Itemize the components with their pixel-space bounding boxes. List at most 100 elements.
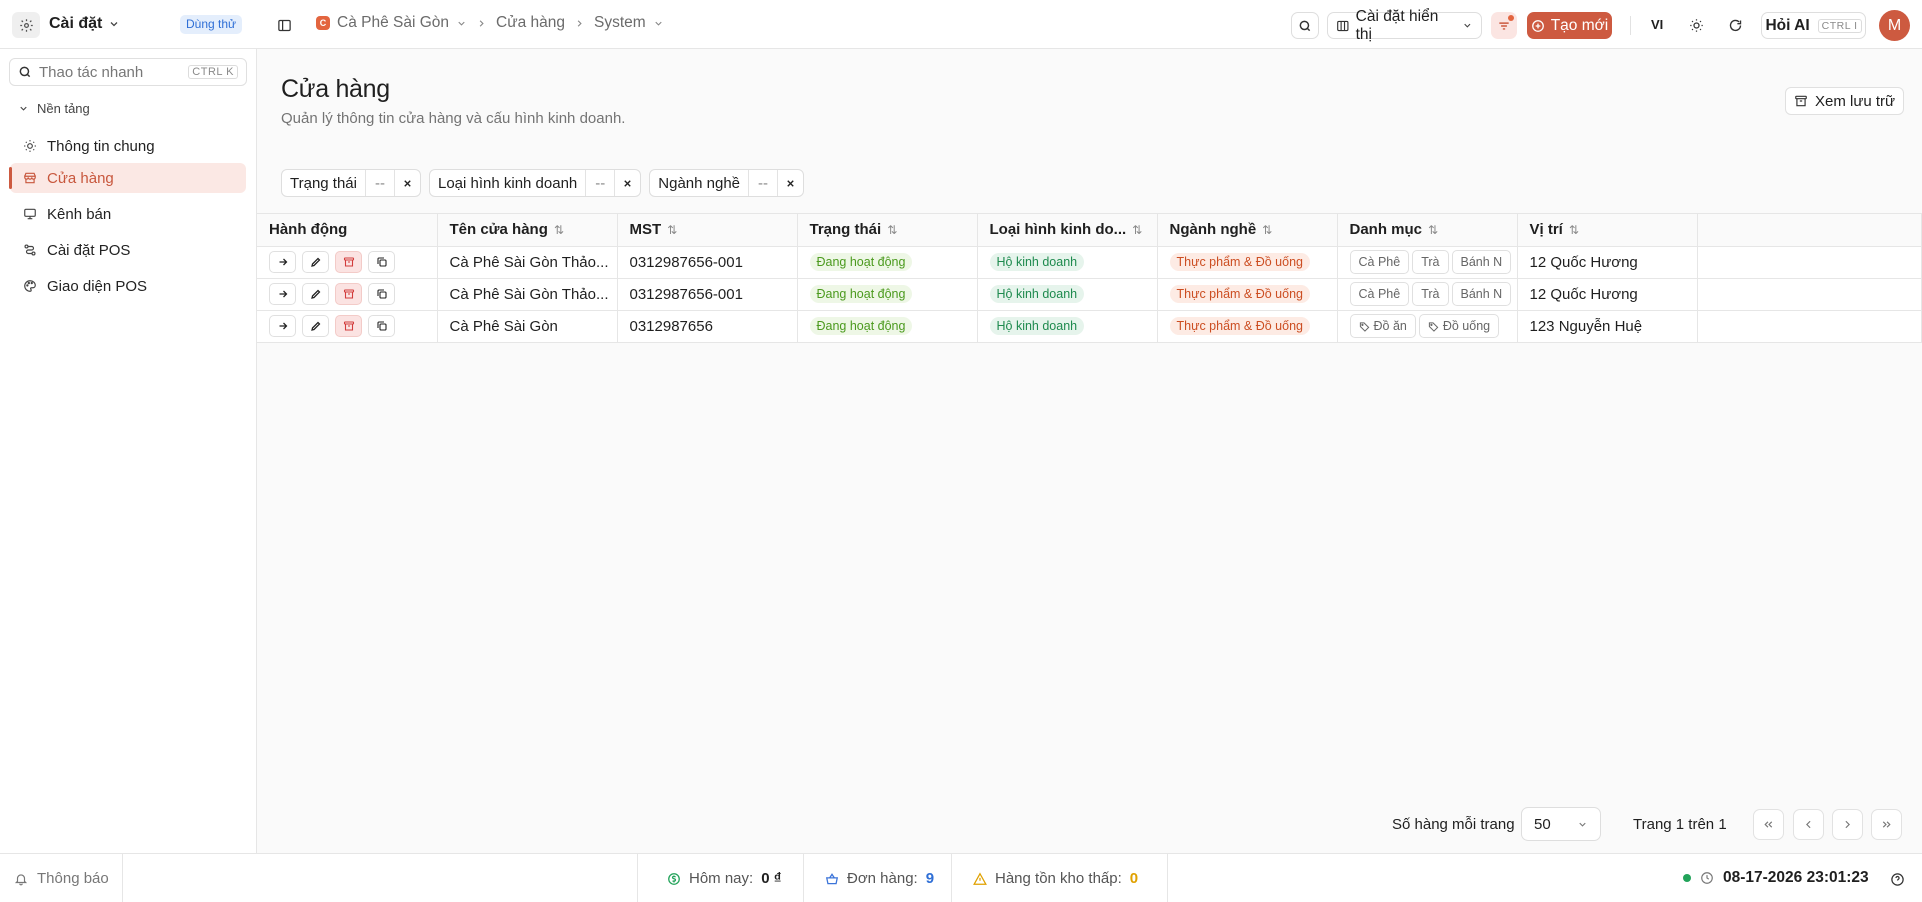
close-icon[interactable] <box>393 170 420 196</box>
cell-categories: Cà Phê Trà Bánh N <box>1337 246 1518 279</box>
filter-industry[interactable]: Ngành nghề -- <box>649 169 805 197</box>
language-switch[interactable]: VI <box>1651 17 1663 32</box>
sort-icon: ⇅ <box>1568 223 1579 238</box>
filter-label: Ngành nghề <box>658 174 741 192</box>
column-header-industry[interactable]: Ngành nghề ⇅ <box>1157 214 1338 247</box>
close-icon[interactable] <box>777 170 803 196</box>
filter-business-type[interactable]: Loại hình kinh doanh -- <box>428 169 642 197</box>
today-label: Hôm nay: <box>689 870 754 887</box>
sidebar-item-label: Cửa hàng <box>47 169 114 187</box>
archive-icon[interactable] <box>335 251 362 273</box>
sidebar-item-general-info[interactable]: Thông tin chung <box>10 131 246 161</box>
search-button[interactable] <box>1291 12 1319 39</box>
open-arrow-icon[interactable] <box>269 251 296 273</box>
status-badge: Đang hoạt động <box>809 317 913 335</box>
edit-pencil-icon[interactable] <box>302 251 329 273</box>
page-title: Cửa hàng <box>281 75 390 103</box>
archive-icon[interactable] <box>335 283 362 305</box>
display-settings-button[interactable]: Cài đặt hiển thị <box>1327 8 1482 43</box>
low-stock-count: Hàng tồn kho thấp: 0 <box>973 870 1138 887</box>
sidebar-item-label: Kênh bán <box>47 205 112 223</box>
category-tag: Bánh N <box>1451 282 1512 306</box>
statusbar-divider <box>951 854 952 902</box>
page-info: Trang 1 trên 1 <box>1633 816 1727 833</box>
cell-industry: Thực phẩm & Đồ uống <box>1157 310 1338 343</box>
filter-label: Trạng thái <box>290 174 357 192</box>
cell-tax-id: 0312987656-001 <box>617 246 798 279</box>
sidebar-group-platform[interactable]: Nền tảng <box>18 101 90 116</box>
low-stock-label: Hàng tồn kho thấp: <box>995 870 1122 887</box>
column-header-status[interactable]: Trạng thái ⇅ <box>797 214 978 247</box>
table-row[interactable]: Cà Phê Sài Gòn Thảo... 0312987656-001 Đa… <box>257 278 1922 311</box>
statusbar-divider <box>1167 854 1168 902</box>
filter-value[interactable]: -- <box>364 170 394 196</box>
table-row[interactable]: Cà Phê Sài Gòn Thảo... 0312987656-001 Đa… <box>257 246 1922 279</box>
row-actions-cell <box>257 278 438 311</box>
category-tag-label: Đồ ăn <box>1373 319 1407 333</box>
category-tag-label: Đồ uống <box>1442 319 1491 333</box>
next-page-button[interactable] <box>1832 809 1863 840</box>
monitor-icon <box>24 208 36 220</box>
table-row[interactable]: Cà Phê Sài Gòn 0312987656 Đang hoạt động… <box>257 310 1922 343</box>
ask-ai-button[interactable]: Hỏi AI CTRL I <box>1761 12 1866 39</box>
open-arrow-icon[interactable] <box>269 315 296 337</box>
rows-per-page-select[interactable]: 50 <box>1521 807 1601 841</box>
sidebar-item-sales-channels[interactable]: Kênh bán <box>10 199 246 229</box>
cell-industry: Thực phẩm & Đồ uống <box>1157 278 1338 311</box>
column-header-tax-id[interactable]: MST ⇅ <box>617 214 798 247</box>
column-header-location[interactable]: Vị trí ⇅ <box>1517 214 1698 247</box>
sidebar-group-label: Nền tảng <box>37 101 90 116</box>
duplicate-icon[interactable] <box>368 251 395 273</box>
edit-pencil-icon[interactable] <box>302 283 329 305</box>
cell-categories: Cà Phê Trà Bánh N <box>1337 278 1518 311</box>
breadcrumb-store[interactable]: C Cà Phê Sài Gòn <box>316 14 467 32</box>
sidebar-item-pos-theme[interactable]: Giao diện POS <box>10 271 246 301</box>
rows-per-page-label: Số hàng mỗi trang <box>1392 816 1515 833</box>
help-button[interactable] <box>1887 869 1907 889</box>
filter-status[interactable]: Trạng thái -- <box>281 169 421 197</box>
filter-button[interactable] <box>1491 12 1517 39</box>
filter-value[interactable]: -- <box>585 170 614 196</box>
last-page-button[interactable] <box>1871 809 1902 840</box>
cell-status: Đang hoạt động <box>797 278 978 311</box>
sidebar-item-store[interactable]: Cửa hàng <box>9 163 246 193</box>
create-new-button[interactable]: Tạo mới <box>1527 12 1612 39</box>
sun-icon <box>24 140 36 152</box>
chevron-right-icon <box>479 19 484 27</box>
sidebar-toggle-icon[interactable] <box>274 15 294 35</box>
first-page-button[interactable] <box>1753 809 1784 840</box>
quick-search-input[interactable]: Thao tác nhanh CTRL K <box>9 58 247 86</box>
category-tag: Bánh N <box>1451 250 1512 274</box>
sidebar: Thao tác nhanh CTRL K Nền tảng Thông tin… <box>0 49 257 853</box>
chevrons-left-icon <box>1764 821 1773 828</box>
app-switcher[interactable]: Cài đặt <box>49 15 120 33</box>
sidebar-item-pos-settings[interactable]: Cài đặt POS <box>10 235 246 265</box>
breadcrumb-section[interactable]: Cửa hàng <box>496 14 565 32</box>
column-header-categories[interactable]: Danh mục ⇅ <box>1337 214 1518 247</box>
sort-icon: ⇅ <box>667 223 678 238</box>
avatar[interactable]: M <box>1879 10 1910 41</box>
column-header-name[interactable]: Tên cửa hàng ⇅ <box>437 214 618 247</box>
rows-per-page-value: 50 <box>1534 815 1551 833</box>
chevron-down-icon <box>458 21 465 26</box>
open-arrow-icon[interactable] <box>269 283 296 305</box>
edit-pencil-icon[interactable] <box>302 315 329 337</box>
settings-app-icon[interactable] <box>12 12 40 38</box>
duplicate-icon[interactable] <box>368 315 395 337</box>
orders-label: Đơn hàng: <box>847 870 918 887</box>
filter-value[interactable]: -- <box>748 170 777 196</box>
previous-page-button[interactable] <box>1793 809 1824 840</box>
store-logo: C <box>316 16 330 30</box>
view-archive-button[interactable]: Xem lưu trữ <box>1785 87 1905 115</box>
duplicate-icon[interactable] <box>368 283 395 305</box>
cell-location: 12 Quốc Hương <box>1517 246 1698 279</box>
clock-icon <box>1701 872 1713 884</box>
archive-icon[interactable] <box>335 315 362 337</box>
sun-icon <box>1689 18 1703 32</box>
refresh-button[interactable] <box>1725 15 1745 35</box>
breadcrumb-current[interactable]: System <box>594 14 664 32</box>
notifications-button[interactable]: Thông báo <box>14 870 109 887</box>
close-icon[interactable] <box>614 170 640 196</box>
theme-toggle[interactable] <box>1686 15 1706 35</box>
column-header-business-type[interactable]: Loại hình kinh do... ⇅ <box>977 214 1158 247</box>
